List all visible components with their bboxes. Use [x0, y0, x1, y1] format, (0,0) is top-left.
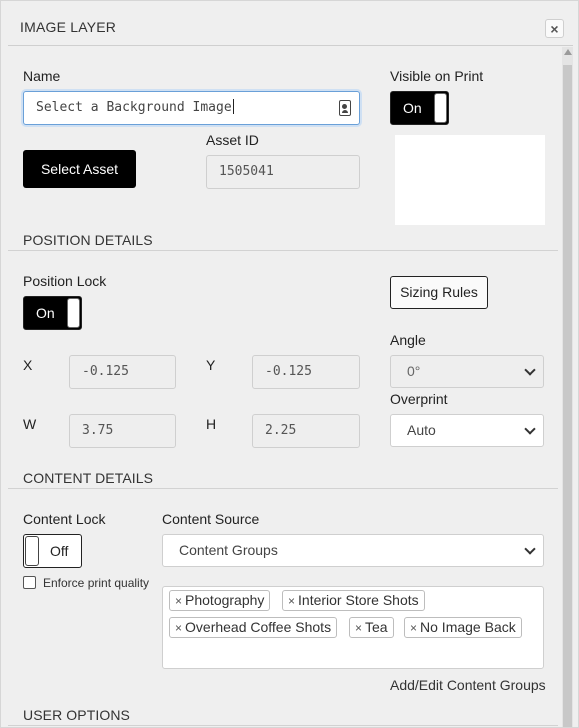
- tag-photography: × Photography: [169, 590, 271, 611]
- content-lock-toggle-label: Off: [50, 543, 69, 559]
- x-label: X: [23, 357, 33, 373]
- close-icon[interactable]: ×: [545, 19, 564, 38]
- asset-id-label: Asset ID: [206, 132, 259, 148]
- position-lock-toggle[interactable]: On: [23, 296, 82, 330]
- panel-title: IMAGE LAYER: [20, 19, 117, 35]
- overprint-select-value: Auto: [407, 422, 436, 438]
- text-caret: [232, 99, 234, 114]
- toggle-knob: [433, 93, 447, 123]
- w-field[interactable]: 3.75: [69, 414, 176, 448]
- contact-card-icon[interactable]: [339, 100, 351, 116]
- tag-remove-icon[interactable]: ×: [175, 594, 182, 608]
- tag-label: Tea: [365, 619, 388, 635]
- content-details-heading: CONTENT DETAILS: [23, 470, 154, 486]
- tag-label: Overhead Coffee Shots: [185, 619, 332, 635]
- scroll-thumb[interactable]: [563, 65, 572, 727]
- tag-interior-store-shots: × Interior Store Shots: [282, 590, 425, 611]
- select-asset-button[interactable]: Select Asset: [23, 150, 136, 188]
- y-label: Y: [206, 357, 216, 373]
- tag-remove-icon[interactable]: ×: [410, 621, 417, 635]
- name-label: Name: [23, 68, 61, 84]
- visible-on-print-toggle[interactable]: On: [390, 91, 449, 125]
- content-lock-toggle[interactable]: Off: [23, 534, 82, 568]
- x-field[interactable]: -0.125: [69, 355, 176, 389]
- image-layer-panel: IMAGE LAYER × Name Select a Background I…: [0, 0, 579, 728]
- h-label: H: [206, 416, 217, 432]
- user-options-heading: USER OPTIONS: [23, 707, 130, 723]
- sizing-rules-button[interactable]: Sizing Rules: [390, 276, 488, 309]
- divider: [8, 488, 558, 489]
- tag-remove-icon[interactable]: ×: [288, 594, 295, 608]
- visible-on-print-toggle-label: On: [403, 100, 422, 116]
- tag-tea: × Tea: [349, 617, 394, 638]
- tag-label: Interior Store Shots: [298, 592, 419, 608]
- visible-on-print-label: Visible on Print: [390, 68, 484, 84]
- chevron-down-icon: [524, 543, 536, 555]
- name-input-value: Select a Background Image: [36, 100, 232, 115]
- content-source-select-value: Content Groups: [179, 542, 278, 558]
- w-label: W: [23, 416, 37, 432]
- position-lock-toggle-label: On: [36, 305, 55, 321]
- add-edit-content-groups-link[interactable]: Add/Edit Content Groups: [390, 677, 546, 693]
- tag-overhead-coffee-shots: × Overhead Coffee Shots: [169, 617, 338, 638]
- position-details-heading: POSITION DETAILS: [23, 232, 153, 248]
- scroll-up-arrow-icon[interactable]: [564, 49, 572, 55]
- enforce-print-quality-checkbox[interactable]: [23, 576, 36, 589]
- panel-titlebar: IMAGE LAYER ×: [8, 8, 573, 46]
- tag-label: Photography: [185, 592, 265, 608]
- position-lock-label: Position Lock: [23, 273, 107, 289]
- content-lock-label: Content Lock: [23, 511, 106, 527]
- chevron-down-icon: [524, 364, 536, 376]
- angle-select[interactable]: 0°: [390, 355, 544, 388]
- chevron-down-icon: [524, 423, 536, 435]
- vertical-scrollbar[interactable]: [562, 47, 573, 727]
- asset-id-field: 1505041: [206, 155, 360, 189]
- content-source-label: Content Source: [162, 511, 260, 527]
- angle-label: Angle: [390, 332, 426, 348]
- overprint-label: Overprint: [390, 391, 448, 407]
- y-field[interactable]: -0.125: [252, 355, 360, 389]
- enforce-print-quality-label[interactable]: Enforce print quality: [43, 576, 149, 590]
- h-field[interactable]: 2.25: [252, 414, 360, 448]
- tag-label: No Image Back: [420, 619, 516, 635]
- name-input[interactable]: Select a Background Image: [23, 91, 360, 125]
- divider: [8, 725, 558, 726]
- angle-select-value: 0°: [407, 363, 421, 379]
- tag-remove-icon[interactable]: ×: [355, 621, 362, 635]
- image-preview: [395, 135, 545, 225]
- content-source-select[interactable]: Content Groups: [162, 534, 544, 567]
- toggle-knob: [66, 298, 80, 328]
- overprint-select[interactable]: Auto: [390, 414, 544, 447]
- content-groups-tag-box[interactable]: × Photography × Interior Store Shots × Over…: [162, 586, 544, 669]
- tag-no-image-back: × No Image Back: [404, 617, 522, 638]
- divider: [8, 250, 558, 251]
- tag-remove-icon[interactable]: ×: [175, 621, 182, 635]
- toggle-knob: [25, 536, 39, 566]
